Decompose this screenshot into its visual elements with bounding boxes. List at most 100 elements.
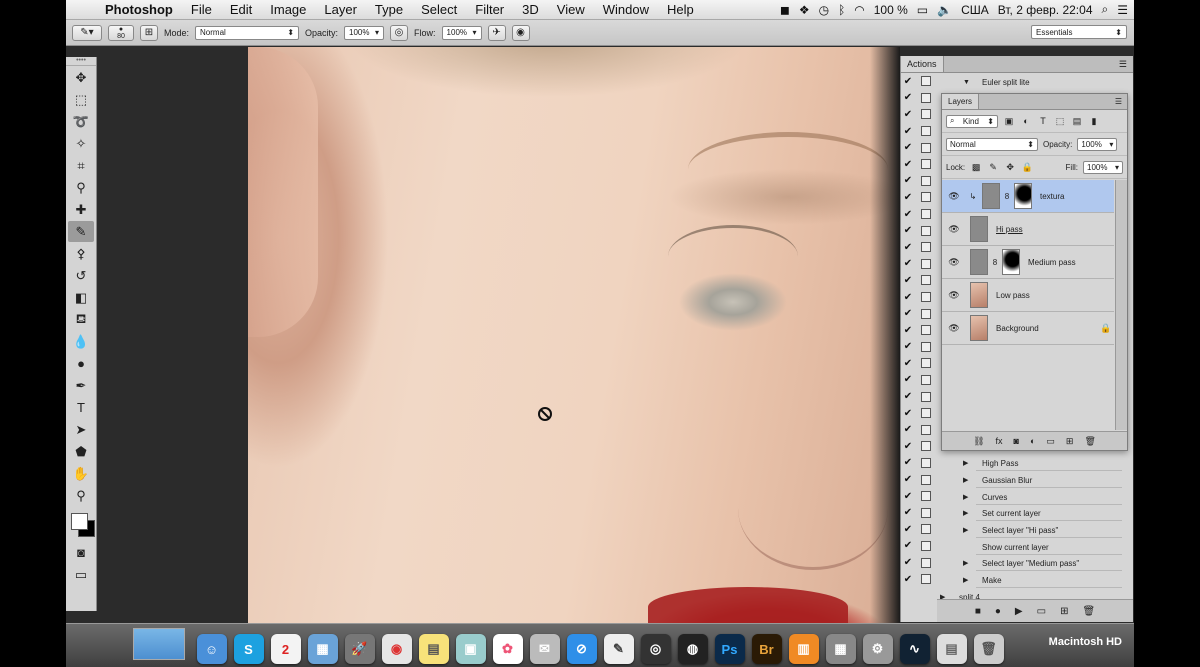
- bluetooth-icon[interactable]: ᛒ: [838, 3, 845, 17]
- dialog-toggle[interactable]: [921, 159, 931, 170]
- dialog-toggle[interactable]: [921, 507, 931, 518]
- menu-window[interactable]: Window: [594, 2, 658, 17]
- mode-select[interactable]: Normal ⬍: [195, 25, 300, 40]
- calendar-icon[interactable]: 2: [270, 634, 301, 664]
- quicktime-icon[interactable]: ◎: [640, 634, 671, 664]
- tab-layers[interactable]: Layers: [942, 94, 980, 109]
- marquee-tool-icon[interactable]: ⬚: [68, 89, 94, 110]
- image-capture-icon[interactable]: ▣: [455, 634, 486, 664]
- dialog-toggle[interactable]: [921, 209, 931, 220]
- system-preferences-icon[interactable]: ⚙: [862, 634, 893, 664]
- healing-brush-tool-icon[interactable]: ✚: [68, 199, 94, 220]
- dialog-toggle[interactable]: [921, 391, 931, 402]
- layer-row-hi-pass[interactable]: 👁 Hi pass: [942, 213, 1114, 246]
- shape-tool-icon[interactable]: ⬟: [68, 441, 94, 462]
- hand-tool-icon[interactable]: ✋: [68, 463, 94, 484]
- layer-row-medium-pass[interactable]: 👁 8 Medium pass: [942, 246, 1114, 279]
- volume-icon[interactable]: 🔈: [937, 3, 952, 17]
- filter-toggle-icon[interactable]: ▮: [1088, 116, 1100, 127]
- dialog-toggle[interactable]: [921, 242, 931, 253]
- trash-icon[interactable]: 🗑: [1084, 436, 1095, 447]
- panel-menu-icon[interactable]: ☰: [1115, 97, 1127, 106]
- foreground-color[interactable]: [71, 513, 88, 530]
- link-layers-icon[interactable]: ⛓: [973, 436, 984, 447]
- drive-label[interactable]: Macintosh HD: [1049, 636, 1122, 648]
- check-icon[interactable]: ✔: [901, 424, 915, 435]
- fx-icon[interactable]: fx: [996, 436, 1003, 446]
- check-icon[interactable]: ✔: [901, 275, 915, 286]
- check-icon[interactable]: ✔: [901, 325, 915, 336]
- play-icon[interactable]: ▶: [1015, 606, 1023, 617]
- check-icon[interactable]: ✔: [901, 574, 915, 585]
- bridge-icon[interactable]: Br: [751, 634, 782, 664]
- triangle-right-icon[interactable]: ▶: [963, 490, 968, 505]
- dialog-toggle[interactable]: [921, 408, 931, 419]
- dialog-toggle[interactable]: [921, 76, 931, 87]
- panel-menu-icon[interactable]: ☰: [1119, 59, 1133, 70]
- layer-row-background[interactable]: 👁 Background 🔒: [942, 312, 1114, 345]
- dialog-toggle[interactable]: [921, 92, 931, 103]
- triangle-right-icon[interactable]: ▶: [963, 556, 968, 571]
- screen-mode-icon[interactable]: ▭: [68, 564, 94, 585]
- ibooks-icon[interactable]: ▥: [788, 634, 819, 664]
- layer-mask-thumbnail[interactable]: [1014, 183, 1032, 209]
- filter-adjustment-icon[interactable]: ◐: [1020, 116, 1032, 126]
- skype-icon[interactable]: S: [233, 634, 264, 664]
- dialog-toggle[interactable]: [921, 142, 931, 153]
- check-icon[interactable]: ✔: [901, 142, 915, 153]
- finder-icon[interactable]: ☺: [196, 634, 227, 664]
- dialog-toggle[interactable]: [921, 524, 931, 535]
- trash-icon[interactable]: 🗑: [973, 634, 1004, 664]
- triangle-right-icon[interactable]: ▶: [963, 473, 968, 488]
- filter-shape-icon[interactable]: ⬚: [1054, 116, 1066, 127]
- obs-icon[interactable]: ◍: [677, 634, 708, 664]
- add-mask-icon[interactable]: ◙: [1014, 436, 1019, 446]
- layers-scrollbar[interactable]: [1115, 180, 1127, 430]
- spotlight-icon[interactable]: ⌕: [1102, 2, 1109, 17]
- lock-all-icon[interactable]: 🔒: [1021, 162, 1033, 173]
- check-icon[interactable]: ✔: [901, 175, 915, 186]
- new-set-icon[interactable]: ▭: [1037, 606, 1046, 617]
- triangle-right-icon[interactable]: ▶: [963, 523, 968, 538]
- dialog-toggle[interactable]: [921, 491, 931, 502]
- filter-smart-object-icon[interactable]: ▤: [1071, 116, 1083, 127]
- dialog-toggle[interactable]: [921, 275, 931, 286]
- document-canvas[interactable]: [248, 47, 900, 623]
- dialog-toggle[interactable]: [921, 109, 931, 120]
- action-item[interactable]: ▶ High Pass: [963, 456, 1122, 471]
- check-icon[interactable]: ✔: [901, 109, 915, 120]
- crop-tool-icon[interactable]: ⌗: [68, 155, 94, 176]
- check-icon[interactable]: ✔: [901, 391, 915, 402]
- check-icon[interactable]: ✔: [901, 242, 915, 253]
- mail-icon[interactable]: ✉: [529, 634, 560, 664]
- chrome-icon[interactable]: ◉: [381, 634, 412, 664]
- tool-preset-picker[interactable]: ✎▾: [72, 24, 102, 41]
- lock-pixels-icon[interactable]: ✎: [987, 162, 999, 173]
- dialog-toggle[interactable]: [921, 557, 931, 568]
- magic-wand-tool-icon[interactable]: ✧: [68, 133, 94, 154]
- layer-opacity-field[interactable]: 100% ▾: [1077, 137, 1118, 151]
- check-icon[interactable]: ✔: [901, 557, 915, 568]
- menu-edit[interactable]: Edit: [221, 2, 261, 17]
- triangle-right-icon[interactable]: ▶: [963, 573, 968, 588]
- menu-layer[interactable]: Layer: [315, 2, 366, 17]
- lock-position-icon[interactable]: ✥: [1004, 162, 1016, 173]
- dropbox-icon[interactable]: ❖: [799, 3, 810, 17]
- brush-size-picker[interactable]: ● 80: [108, 24, 134, 41]
- dialog-toggle[interactable]: [921, 358, 931, 369]
- check-icon[interactable]: ✔: [901, 341, 915, 352]
- visibility-eye-icon[interactable]: 👁: [942, 257, 966, 268]
- downloads-stack-icon[interactable]: ▤: [936, 634, 967, 664]
- filter-kind-select[interactable]: ⌕ Kind ⬍: [946, 114, 998, 128]
- check-icon[interactable]: ✔: [901, 209, 915, 220]
- dialog-toggle[interactable]: [921, 292, 931, 303]
- triangle-down-icon[interactable]: ▼: [963, 75, 970, 90]
- dialog-toggle[interactable]: [921, 192, 931, 203]
- check-icon[interactable]: ✔: [901, 76, 915, 87]
- stop-icon[interactable]: ■: [975, 606, 981, 617]
- blur-tool-icon[interactable]: 💧: [68, 331, 94, 352]
- photos-icon[interactable]: ✿: [492, 634, 523, 664]
- filter-type-icon[interactable]: T: [1037, 116, 1049, 126]
- check-icon[interactable]: ✔: [901, 457, 915, 468]
- check-icon[interactable]: ✔: [901, 292, 915, 303]
